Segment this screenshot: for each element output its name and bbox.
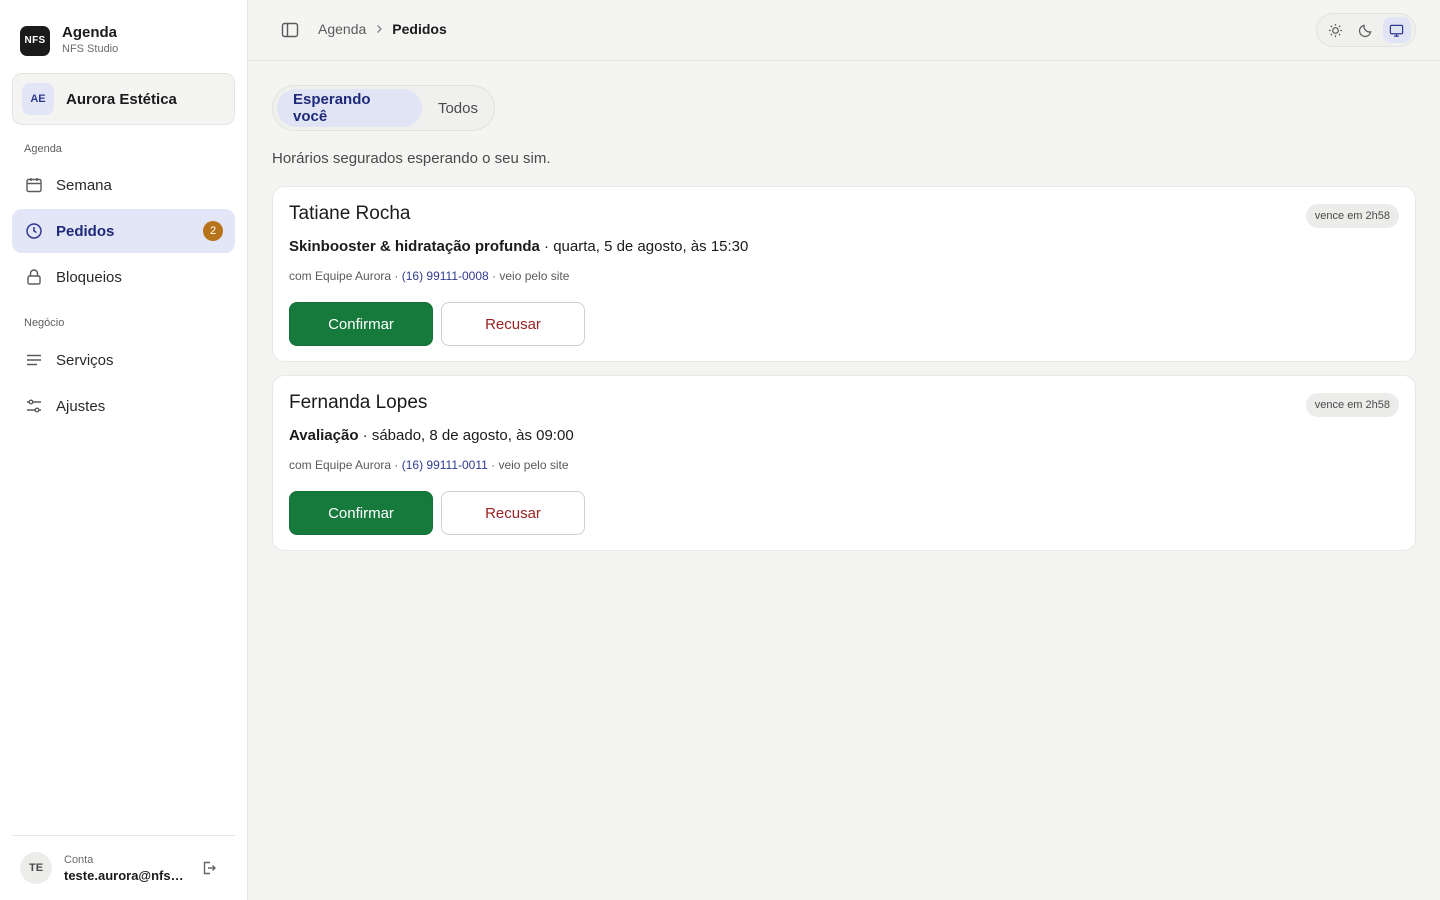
breadcrumb: Agenda Pedidos — [318, 21, 447, 37]
logout-icon[interactable] — [199, 858, 219, 878]
request-meta: com Equipe Aurora · (16) 99111-0011 · ve… — [289, 458, 569, 472]
sidebar-item-label: Serviços — [56, 351, 114, 369]
service-name: Skinbooster & hidratação profunda — [289, 238, 540, 255]
topbar: Agenda Pedidos — [248, 0, 1440, 61]
clock-icon — [25, 222, 43, 240]
sidebar-item-ajustes[interactable]: Ajustes — [12, 384, 235, 428]
sidebar-item-label: Pedidos — [56, 222, 115, 240]
app-subtitle: NFS Studio — [62, 43, 119, 55]
business-name: Aurora Estética — [66, 90, 177, 108]
client-phone-link[interactable]: (16) 99111-0011 — [402, 458, 488, 472]
request-card: Tatiane Rocha vence em 2h58 Skinbooster … — [272, 186, 1416, 362]
sliders-icon — [25, 397, 43, 415]
lock-icon — [25, 268, 43, 286]
service-name: Avaliação — [289, 427, 359, 444]
calendar-icon — [25, 176, 43, 194]
request-meta: com Equipe Aurora · (16) 99111-0008 · ve… — [289, 269, 569, 283]
breadcrumb-root[interactable]: Agenda — [318, 21, 366, 37]
meta-professional: com Equipe Aurora · — [289, 458, 402, 472]
sidebar-item-pedidos[interactable]: Pedidos 2 — [12, 209, 235, 253]
meta-source: · veio pelo site — [487, 458, 569, 472]
section-label-negocio: Negócio — [24, 317, 65, 329]
monitor-icon[interactable] — [1382, 17, 1411, 43]
meta-source: · veio pelo site — [488, 269, 570, 283]
refuse-button[interactable]: Recusar — [441, 491, 585, 535]
sidebar-item-semana[interactable]: Semana — [12, 163, 235, 207]
business-switcher[interactable]: AE Aurora Estética — [12, 73, 235, 125]
page-subtitle: Horários segurados esperando o seu sim. — [272, 150, 551, 167]
pending-count-badge: 2 — [203, 221, 223, 241]
expiry-badge: vence em 2h58 — [1305, 204, 1399, 228]
brand-logo: NFS — [20, 25, 50, 56]
section-label-agenda: Agenda — [24, 143, 62, 155]
request-tabs: Esperando você Todos — [272, 85, 495, 131]
appointment-time: · quarta, 5 de agosto, às 15:30 — [539, 238, 749, 255]
list-icon — [25, 351, 43, 369]
client-phone-link[interactable]: (16) 99111-0008 — [402, 269, 489, 283]
account-label: Conta — [64, 853, 94, 866]
account-avatar: TE — [20, 852, 52, 884]
breadcrumb-current: Pedidos — [392, 21, 447, 37]
brand: NFS Agenda NFS Studio — [20, 25, 118, 56]
sidebar-item-servicos[interactable]: Serviços — [12, 338, 235, 382]
request-card: Fernanda Lopes vence em 2h58 Avaliação ·… — [272, 375, 1416, 551]
confirm-button[interactable]: Confirmar — [289, 302, 433, 346]
expiry-badge: vence em 2h58 — [1305, 393, 1399, 417]
tab-esperando-voce[interactable]: Esperando você — [277, 89, 422, 127]
chevron-right-icon — [374, 24, 384, 34]
confirm-button[interactable]: Confirmar — [289, 491, 433, 535]
sidebar-item-label: Ajustes — [56, 397, 106, 415]
meta-professional: com Equipe Aurora · — [289, 269, 402, 283]
sun-icon[interactable] — [1321, 17, 1349, 43]
account-panel: TE Conta teste.aurora@nfss... — [12, 835, 235, 900]
business-avatar: AE — [22, 83, 54, 115]
service-line: Skinbooster & hidratação profunda · quar… — [289, 238, 748, 255]
client-name: Fernanda Lopes — [289, 392, 428, 413]
appointment-time: · sábado, 8 de agosto, às 09:00 — [358, 427, 574, 444]
sidebar-item-bloqueios[interactable]: Bloqueios — [12, 255, 235, 299]
tab-todos[interactable]: Todos — [422, 89, 494, 127]
account-email: teste.aurora@nfss... — [64, 867, 184, 883]
service-line: Avaliação · sábado, 8 de agosto, às 09:0… — [289, 427, 574, 444]
sidebar-item-label: Semana — [56, 176, 112, 194]
theme-switcher — [1316, 13, 1416, 47]
moon-icon[interactable] — [1352, 17, 1380, 43]
app-title: Agenda — [62, 24, 118, 41]
refuse-button[interactable]: Recusar — [441, 302, 585, 346]
sidebar: NFS Agenda NFS Studio AE Aurora Estética… — [0, 0, 248, 900]
sidebar-toggle-icon[interactable] — [281, 21, 299, 39]
client-name: Tatiane Rocha — [289, 203, 411, 224]
sidebar-item-label: Bloqueios — [56, 268, 122, 286]
